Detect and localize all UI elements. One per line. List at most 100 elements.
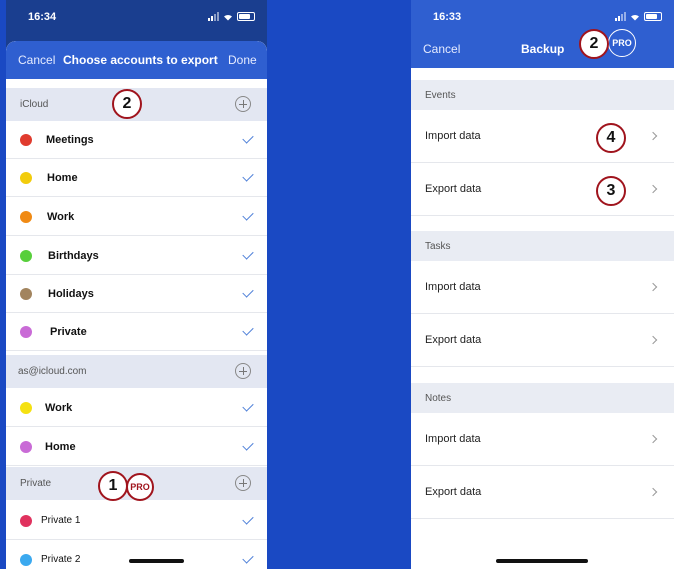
calendar-color-dot [20, 172, 32, 184]
calendar-row[interactable]: Meetings [6, 121, 267, 159]
calendar-label: Home [47, 172, 78, 184]
annotation-number: 3 [596, 176, 626, 206]
calendar-label: Meetings [46, 134, 94, 146]
cancel-button[interactable]: Cancel [423, 42, 460, 56]
calendar-label: Private 2 [41, 554, 81, 565]
chevron-right-icon [648, 131, 658, 141]
pro-badge: PRO [126, 473, 154, 501]
status-icons [615, 12, 662, 21]
annotation-number: 2 [579, 29, 609, 59]
cancel-button[interactable]: Cancel [18, 53, 55, 67]
checkmark-icon [242, 170, 254, 182]
export-data-row[interactable]: Export data [411, 466, 674, 519]
status-bar: 16:33 [411, 0, 674, 36]
navigation-bar: Cancel Choose accounts to export Done [6, 41, 267, 79]
chevron-right-icon [648, 184, 658, 194]
section-label: as@icloud.com [18, 366, 87, 377]
phone-right-screen: 16:33 Cancel Backup PRO Events Import da… [411, 0, 674, 569]
calendar-label: Private 1 [41, 515, 81, 526]
chevron-right-icon [648, 487, 658, 497]
section-header-tasks: Tasks [411, 231, 674, 261]
calendar-label: Work [47, 211, 75, 223]
calendar-color-dot [20, 554, 32, 566]
import-data-row[interactable]: Import data [411, 110, 674, 163]
calendar-label: Home [45, 441, 76, 453]
row-label: Import data [425, 433, 481, 445]
row-label: Import data [425, 281, 481, 293]
import-data-row[interactable]: Import data [411, 413, 674, 466]
status-icons [208, 12, 255, 21]
checkmark-icon [242, 439, 254, 451]
wifi-icon [631, 14, 639, 20]
annotation-number: 4 [596, 123, 626, 153]
checkmark-icon [242, 209, 254, 221]
add-icon[interactable] [235, 363, 251, 379]
section-label: Events [425, 90, 456, 101]
annotation-number: 1 [98, 471, 128, 501]
calendar-row[interactable]: Work [6, 389, 267, 427]
export-data-row[interactable]: Export data [411, 163, 674, 216]
calendar-label: Private [50, 326, 87, 338]
status-time: 16:33 [433, 11, 462, 23]
calendar-row[interactable]: Home [6, 428, 267, 466]
calendar-color-dot [20, 288, 32, 300]
checkmark-icon [242, 132, 254, 144]
chevron-right-icon [648, 434, 658, 444]
calendar-row[interactable]: Holidays [6, 275, 267, 313]
checkmark-icon [242, 552, 254, 564]
checkmark-icon [242, 324, 254, 336]
calendar-color-dot [20, 211, 32, 223]
home-indicator [129, 559, 184, 563]
navigation-bar: 16:33 Cancel Backup PRO [411, 0, 674, 68]
done-button[interactable]: Done [228, 53, 257, 67]
chevron-right-icon [648, 282, 658, 292]
calendar-row[interactable]: Home [6, 159, 267, 197]
row-label: Import data [425, 130, 481, 142]
calendar-row[interactable]: Private [6, 313, 267, 351]
section-label: Notes [425, 393, 452, 404]
calendar-color-dot [20, 441, 32, 453]
calendar-color-dot [20, 402, 32, 414]
calendar-row[interactable]: Birthdays [6, 237, 267, 275]
add-icon[interactable] [235, 96, 251, 112]
pro-badge[interactable]: PRO [608, 29, 636, 57]
calendar-row[interactable]: Private 1 [6, 502, 267, 540]
add-icon[interactable] [235, 475, 251, 491]
section-label: Tasks [425, 241, 451, 252]
calendar-row[interactable]: Private 2 [6, 541, 267, 569]
battery-icon [237, 12, 255, 21]
checkmark-icon [242, 513, 254, 525]
home-indicator [496, 559, 588, 563]
page-title: Backup [521, 42, 565, 56]
status-time: 16:34 [28, 11, 57, 23]
wifi-icon [224, 14, 232, 20]
calendar-color-dot [20, 134, 32, 146]
section-header-events: Events [411, 80, 674, 110]
export-data-row[interactable]: Export data [411, 314, 674, 367]
calendar-color-dot [20, 250, 32, 262]
section-label: iCloud [20, 99, 49, 110]
chevron-right-icon [648, 335, 658, 345]
section-label: Private [20, 478, 52, 489]
signal-icon [208, 12, 219, 21]
annotation-number: 2 [112, 89, 142, 119]
import-data-row[interactable]: Import data [411, 261, 674, 314]
calendar-color-dot [20, 326, 32, 338]
row-label: Export data [425, 334, 482, 346]
battery-icon [644, 12, 662, 21]
checkmark-icon [242, 400, 254, 412]
page-title: Choose accounts to export [63, 53, 218, 67]
status-bar: 16:34 [6, 0, 267, 36]
calendar-color-dot [20, 515, 32, 527]
row-label: Export data [425, 486, 482, 498]
phone-left-screen: 16:34 Cancel Choose accounts to export D… [6, 0, 267, 569]
calendar-label: Birthdays [48, 250, 99, 262]
checkmark-icon [242, 248, 254, 260]
calendar-label: Work [45, 402, 73, 414]
checkmark-icon [242, 286, 254, 298]
section-header-account: as@icloud.com [6, 355, 267, 388]
row-label: Export data [425, 183, 482, 195]
signal-icon [615, 12, 626, 21]
calendar-row[interactable]: Work [6, 198, 267, 236]
section-header-notes: Notes [411, 383, 674, 413]
